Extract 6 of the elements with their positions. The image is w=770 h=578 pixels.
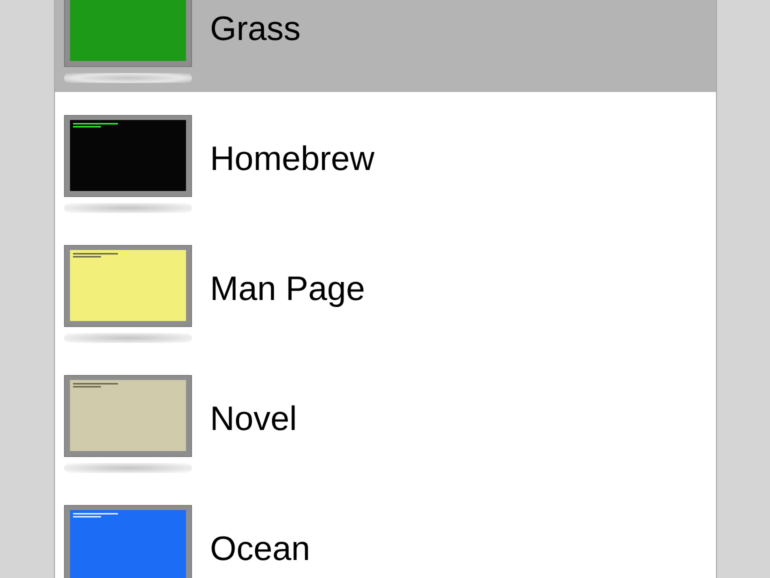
- profile-row[interactable]: Grass: [55, 0, 716, 92]
- profile-name: Novel: [210, 402, 297, 436]
- profile-name: Man Page: [210, 272, 365, 306]
- profile-name: Homebrew: [210, 142, 374, 176]
- profile-name: Grass: [210, 12, 301, 46]
- profile-name: Ocean: [210, 532, 310, 566]
